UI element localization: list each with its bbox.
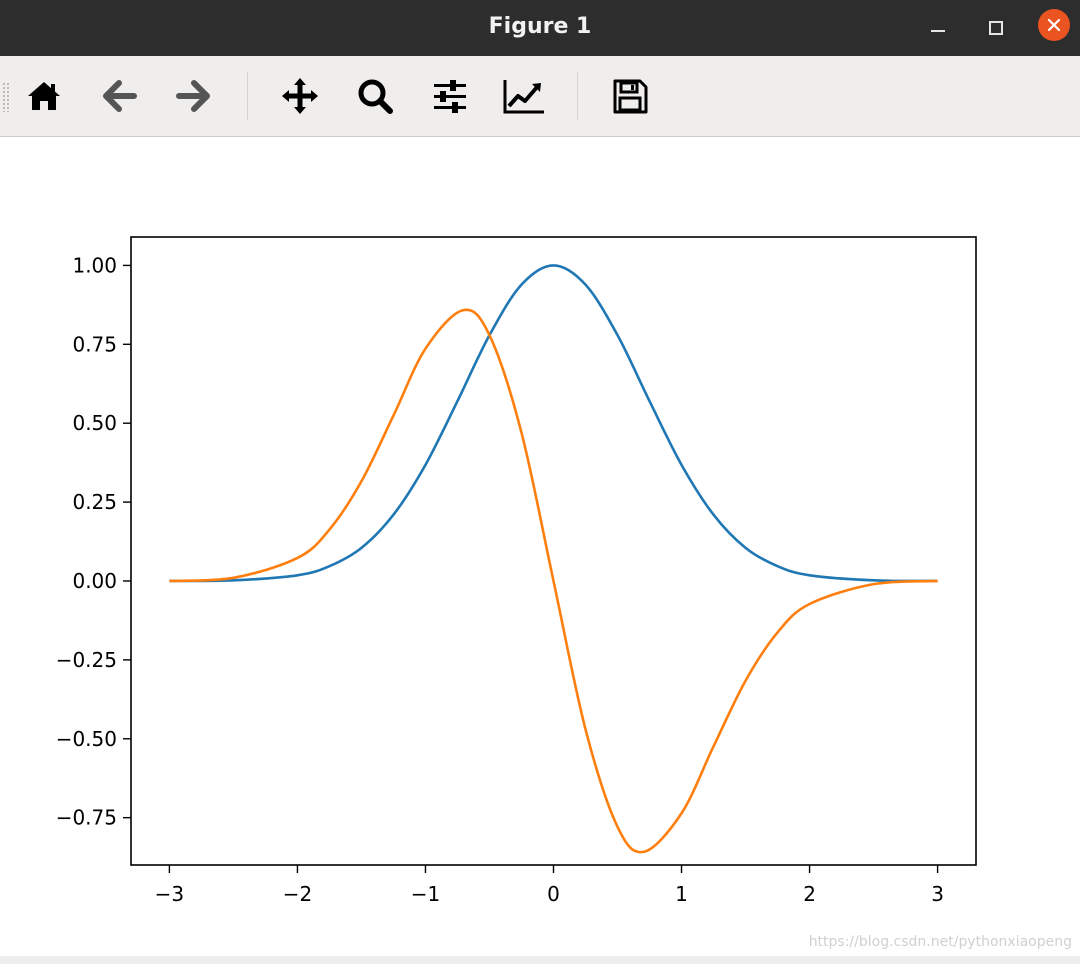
figure-canvas[interactable]: −3 −2 −1 0 1 2 3 1.00 0.75 0.50 0.25 0.00 −0.25 −0.5… (0, 136, 1080, 956)
status-bar (0, 956, 1080, 964)
configure-subplots-button[interactable] (426, 72, 474, 120)
home-icon (28, 82, 60, 110)
y-tick-label: −0.25 (56, 648, 117, 672)
x-axis: −3 −2 −1 0 1 2 3 (155, 865, 944, 906)
window-title: Figure 1 (488, 14, 592, 39)
line-chart-icon (503, 80, 544, 114)
back-button[interactable] (96, 72, 144, 120)
x-tick-label: −1 (411, 882, 440, 906)
sliders-icon (434, 80, 466, 113)
navigation-toolbar (0, 56, 1080, 137)
x-tick-label: −3 (155, 882, 184, 906)
y-tick-label: 0.00 (72, 569, 117, 593)
x-tick-label: 2 (803, 882, 816, 906)
y-axis: 1.00 0.75 0.50 0.25 0.00 −0.25 −0.50 −0.75 (56, 253, 131, 830)
toolbar-grip[interactable] (2, 82, 10, 112)
forward-button[interactable] (169, 72, 217, 120)
y-tick-label: 0.50 (72, 411, 117, 435)
window-titlebar[interactable]: Figure 1 (0, 0, 1080, 56)
y-tick-label: 0.75 (72, 332, 117, 356)
x-tick-label: 0 (547, 882, 560, 906)
toolbar-separator (577, 72, 578, 120)
x-tick-label: 1 (675, 882, 688, 906)
maximize-icon (989, 21, 1003, 35)
floppy-disk-icon (613, 79, 648, 114)
x-tick-label: 3 (931, 882, 944, 906)
y-tick-label: 0.25 (72, 490, 117, 514)
maximize-button[interactable] (980, 12, 1012, 44)
save-button[interactable] (606, 72, 654, 120)
magnifier-icon (358, 79, 393, 114)
close-button[interactable] (1038, 9, 1070, 41)
edit-axes-button[interactable] (500, 72, 548, 120)
x-tick-label: −2 (283, 882, 312, 906)
watermark-text: https://blog.csdn.net/pythonxiaopeng (808, 934, 1072, 950)
pan-button[interactable] (276, 72, 324, 120)
minimize-button[interactable] (922, 12, 954, 44)
arrow-left-icon (103, 80, 137, 112)
toolbar-separator (247, 72, 248, 120)
home-button[interactable] (20, 72, 68, 120)
arrow-right-icon (176, 80, 210, 112)
zoom-button[interactable] (351, 72, 399, 120)
close-icon (1047, 18, 1061, 32)
y-tick-label: −0.50 (56, 727, 117, 751)
minimize-icon (931, 30, 945, 32)
move-icon (282, 78, 318, 114)
axes-background (131, 237, 976, 865)
y-tick-label: 1.00 (72, 253, 117, 277)
y-tick-label: −0.75 (56, 806, 117, 830)
